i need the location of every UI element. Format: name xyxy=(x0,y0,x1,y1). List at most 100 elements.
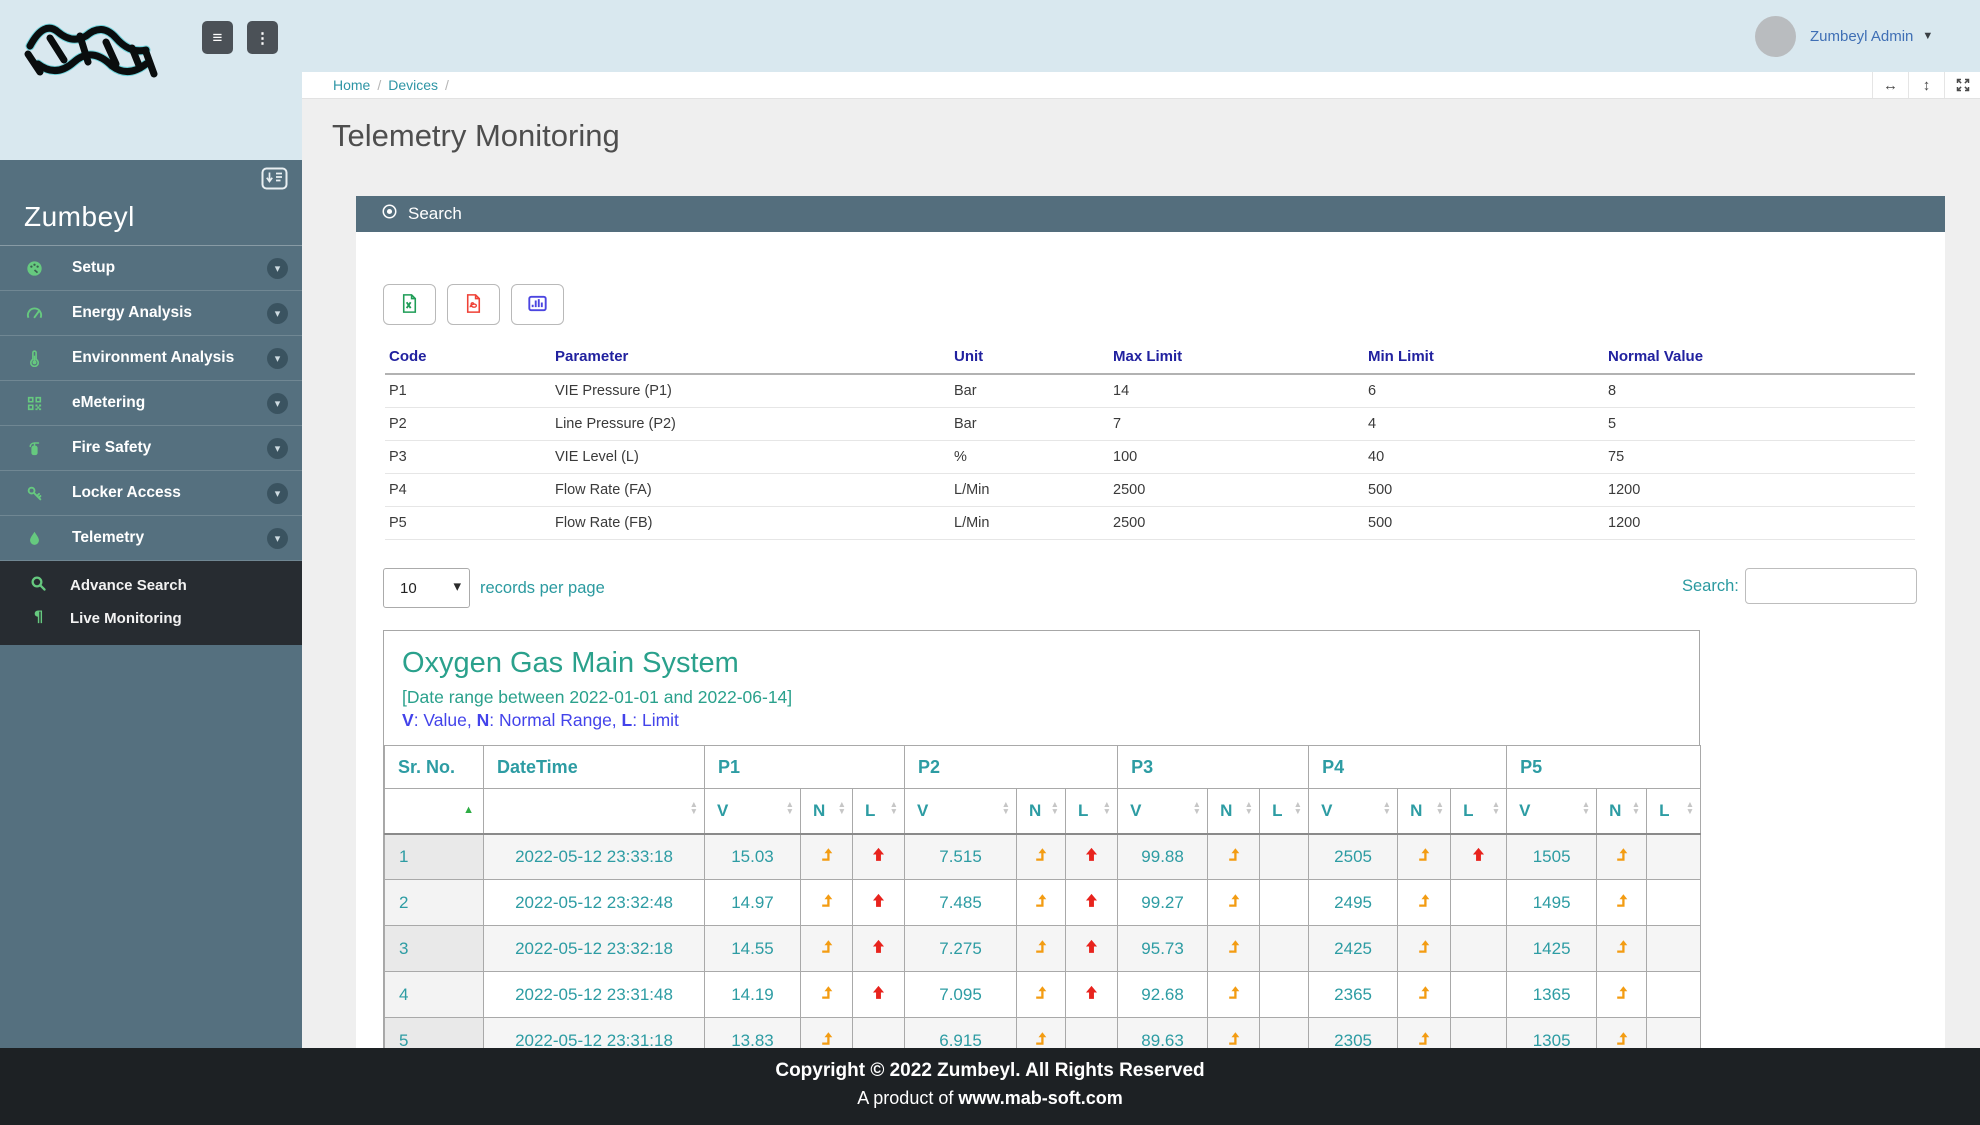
sidebar-collapse-button[interactable] xyxy=(261,167,288,193)
user-menu[interactable]: Zumbeyl Admin ▼ xyxy=(1810,0,1933,72)
breadcrumb-separator: / xyxy=(445,77,449,93)
sidebar-toggle-icon xyxy=(261,178,288,193)
cell-sr-no: 1 xyxy=(385,834,484,880)
sidebar-item-energy-analysis[interactable]: Energy Analysis▾ xyxy=(0,291,302,336)
sidebar-item-live-monitoring[interactable]: ¶Live Monitoring xyxy=(0,602,302,635)
level-up-icon xyxy=(1416,984,1432,1005)
column-group-p2: P2 xyxy=(905,746,1118,789)
cell-p2-limit xyxy=(1066,926,1118,972)
export-chart-button[interactable] xyxy=(511,284,564,325)
cell-p3-value: 92.68 xyxy=(1118,972,1208,1018)
cell-p1-value: 14.55 xyxy=(705,926,801,972)
sidebar-item-advance-search[interactable]: Advance Search xyxy=(0,569,302,602)
sort-header-p2-v[interactable]: V▲▼ xyxy=(905,789,1017,834)
sort-header-p1-l[interactable]: L ▲▼ xyxy=(853,789,905,834)
sort-header-p5-l[interactable]: L▲▼ xyxy=(1647,789,1701,834)
cell-p2-normal xyxy=(1017,834,1066,880)
sidebar-item-fire-safety[interactable]: Fire Safety▾ xyxy=(0,426,302,471)
sidebar-item-locker-access[interactable]: Locker Access▾ xyxy=(0,471,302,516)
subcolumn-label: L xyxy=(865,801,875,821)
sort-header-p4-l[interactable]: L▲▼ xyxy=(1451,789,1507,834)
resize-vertical-icon[interactable]: ↕ xyxy=(1908,72,1944,98)
cell-p5-limit xyxy=(1647,880,1701,926)
cell-p3-value: 99.88 xyxy=(1118,834,1208,880)
subcolumn-label: L xyxy=(1463,801,1473,821)
pdf-file-icon xyxy=(463,293,484,317)
table-row: 32022-05-12 23:32:1814.557.27595.7324251… xyxy=(385,926,1701,972)
cell-p5-normal xyxy=(1597,972,1647,1018)
cell-p2-limit xyxy=(1066,972,1118,1018)
arrow-up-icon xyxy=(1083,892,1100,914)
level-up-icon xyxy=(819,938,835,959)
sort-header-p5-v[interactable]: V▲▼ xyxy=(1507,789,1597,834)
params-cell: 40 xyxy=(1364,440,1604,473)
subcolumn-label: N xyxy=(1410,801,1422,821)
subcolumn-label: N xyxy=(1029,801,1041,821)
breadcrumb-link-devices[interactable]: Devices xyxy=(388,77,438,93)
sort-header-p1-n[interactable]: N▲▼ xyxy=(801,789,853,834)
sidebar-item-setup[interactable]: Setup▾ xyxy=(0,246,302,291)
topbar: Zumbeyl Admin ▼ xyxy=(302,0,1980,72)
sidebar-item-label: Environment Analysis xyxy=(56,349,267,367)
sidebar-submenu: Advance Search¶Live Monitoring xyxy=(0,561,302,645)
app-window: ≡ ⋮ Zumbeyl Setup▾Energy Analysis▾Enviro… xyxy=(0,0,1980,1125)
sort-header-p5-n[interactable]: N▲▼ xyxy=(1597,789,1647,834)
column-header-datetime[interactable]: DateTime xyxy=(484,746,705,789)
params-cell: 7 xyxy=(1109,407,1364,440)
sort-icons: ▲▼ xyxy=(1582,801,1590,815)
sidebar-item-environment-analysis[interactable]: Environment Analysis▾ xyxy=(0,336,302,381)
key-icon xyxy=(26,485,56,502)
expand-icon[interactable] xyxy=(1944,72,1980,98)
cell-p3-value: 99.27 xyxy=(1118,880,1208,926)
hamburger-menu-button[interactable]: ≡ xyxy=(202,21,233,54)
export-pdf-button[interactable] xyxy=(447,284,500,325)
table-row: P2Line Pressure (P2)Bar745 xyxy=(385,407,1915,440)
sort-header-p4-n[interactable]: N▲▼ xyxy=(1398,789,1451,834)
cell-p5-value: 1505 xyxy=(1507,834,1597,880)
params-header-min-limit: Min Limit xyxy=(1364,340,1604,374)
cell-p3-limit xyxy=(1260,834,1309,880)
sort-header-p3-l[interactable]: L▲▼ xyxy=(1260,789,1309,834)
sort-header-p3-v[interactable]: V▲▼ xyxy=(1118,789,1208,834)
sort-header-p2-n[interactable]: N ▲▼ xyxy=(1017,789,1066,834)
sort-header-p4-v[interactable]: V▲▼ xyxy=(1309,789,1398,834)
cell-p1-limit xyxy=(853,972,905,1018)
cell-p1-value: 14.97 xyxy=(705,880,801,926)
sort-icons: ▲▼ xyxy=(1051,801,1059,815)
product-link[interactable]: www.mab-soft.com xyxy=(958,1088,1122,1108)
sort-icons: ▲▼ xyxy=(890,801,898,815)
copyright-text: Copyright © 2022 Zumbeyl. All Rights Res… xyxy=(0,1060,1980,1082)
subcolumn-label: L xyxy=(1272,801,1282,821)
resize-horizontal-icon[interactable]: ↔ xyxy=(1872,72,1908,98)
cell-p2-value: 7.095 xyxy=(905,972,1017,1018)
subcolumn-label: V xyxy=(1130,801,1141,821)
sort-header-sr-no[interactable]: ▲ xyxy=(385,789,484,834)
cell-p1-value: 15.03 xyxy=(705,834,801,880)
user-avatar[interactable] xyxy=(1755,16,1796,57)
pilcrow-icon: ¶ xyxy=(30,608,56,630)
column-header-sr-no[interactable]: Sr. No. xyxy=(385,746,484,789)
page-size-select[interactable]: 10 xyxy=(383,568,470,608)
sidebar-item-wrap: eMetering▾ xyxy=(0,381,302,426)
sort-header-p3-n[interactable]: N▲▼ xyxy=(1208,789,1260,834)
table-search-input[interactable] xyxy=(1745,568,1917,604)
chevron-down-icon: ▾ xyxy=(267,303,288,324)
sort-header-datetime[interactable]: ▲▼ xyxy=(484,789,705,834)
kebab-menu-button[interactable]: ⋮ xyxy=(247,21,278,54)
breadcrumb-bar: Home/Devices/ ↔↕ xyxy=(302,72,1980,99)
sort-header-p2-l[interactable]: L▲▼ xyxy=(1066,789,1118,834)
params-cell: Bar xyxy=(950,407,1109,440)
cell-p4-limit xyxy=(1451,880,1507,926)
params-cell: Flow Rate (FA) xyxy=(551,473,950,506)
export-excel-button[interactable] xyxy=(383,284,436,325)
sidebar-item-telemetry[interactable]: Telemetry▾ xyxy=(0,516,302,561)
table-search-control: Search: xyxy=(1682,568,1917,604)
kebab-icon: ⋮ xyxy=(255,29,270,47)
level-up-icon xyxy=(1033,938,1049,959)
breadcrumb-link-home[interactable]: Home xyxy=(333,77,370,93)
sidebar-item-emetering[interactable]: eMetering▾ xyxy=(0,381,302,426)
cell-datetime: 2022-05-12 23:33:18 xyxy=(484,834,705,880)
sidebar-item-label: Setup xyxy=(56,259,267,277)
cell-datetime: 2022-05-12 23:32:48 xyxy=(484,880,705,926)
sort-header-p1-v[interactable]: V▲▼ xyxy=(705,789,801,834)
